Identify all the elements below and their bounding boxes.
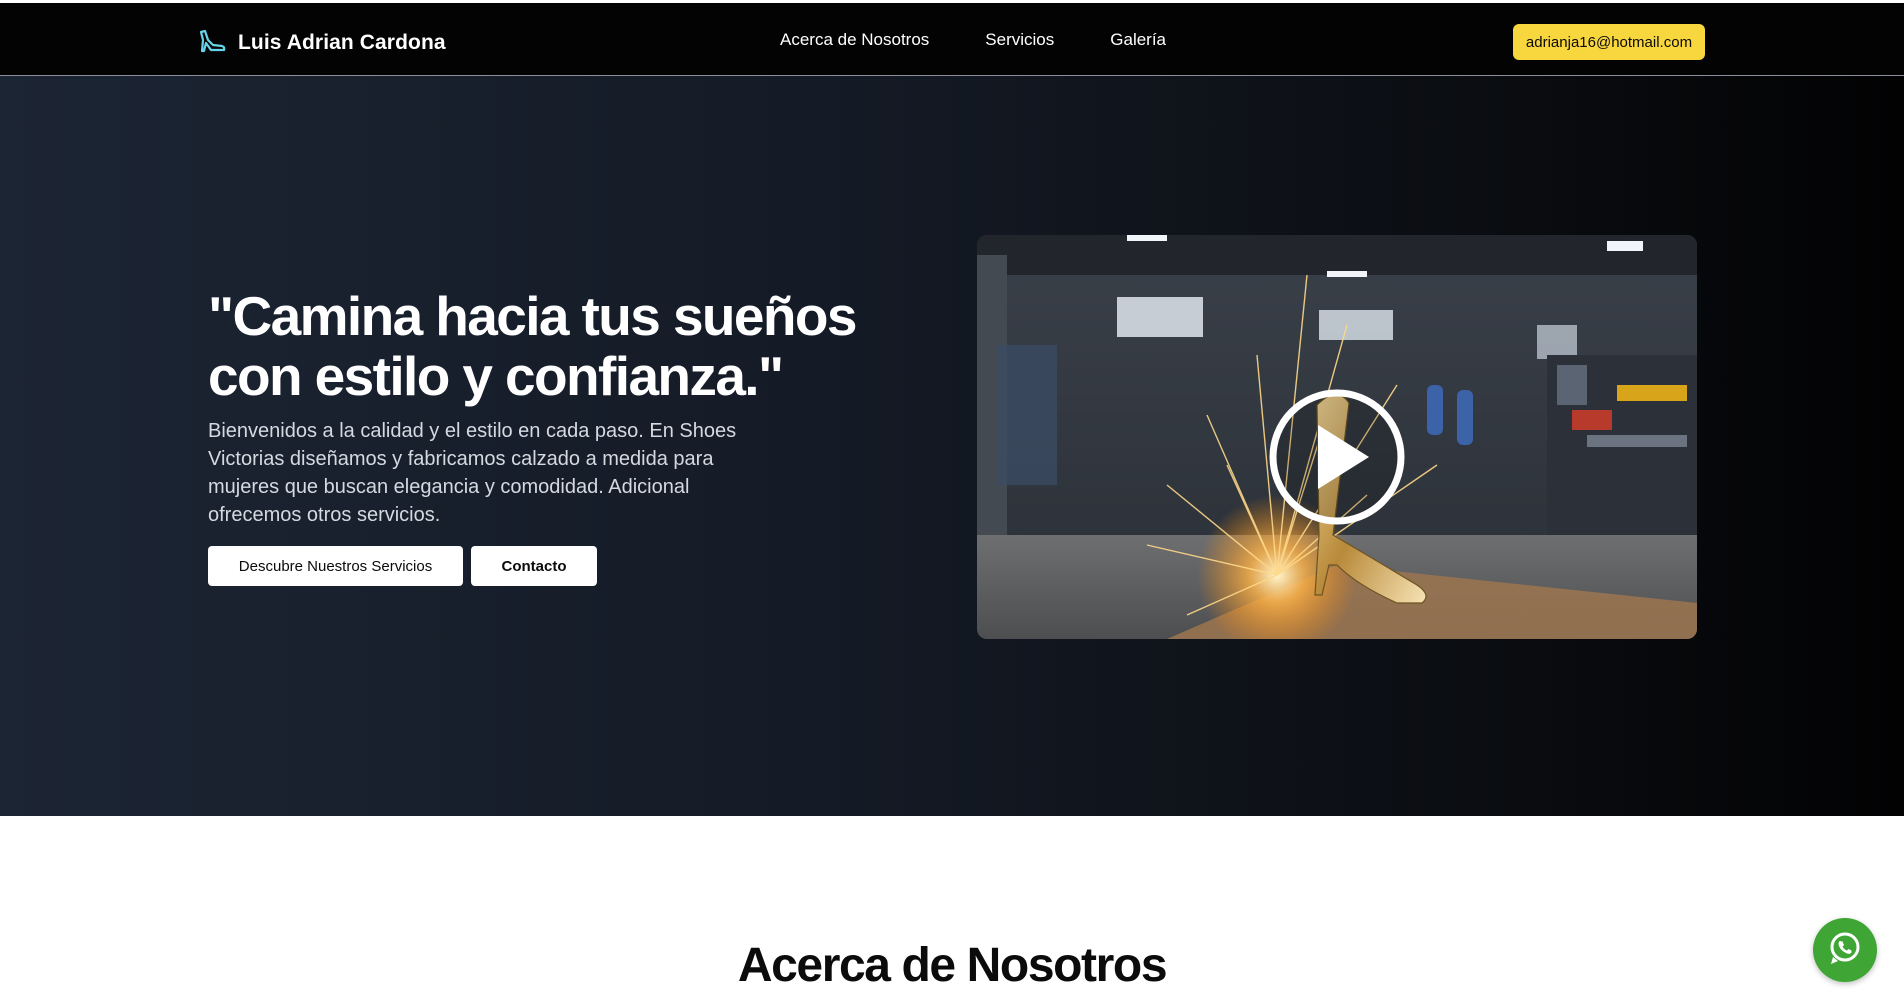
whatsapp-button[interactable] [1813,918,1877,982]
hero-section: "Camina hacia tus sueños con estilo y co… [0,76,1904,816]
high-heel-icon [198,27,226,58]
hero-description: Bienvenidos a la calidad y el estilo en … [208,420,737,526]
about-title: Acerca de Nosotros [737,939,1168,992]
hero-buttons: Descubre Nuestros Servicios Contacto [208,546,597,586]
brand-name: Luis Adrian Cardona [238,30,446,54]
nav-link-servicios[interactable]: Servicios [985,30,1054,50]
contact-button[interactable]: Contacto [471,546,597,586]
brand[interactable]: Luis Adrian Cardona [198,27,446,58]
whatsapp-icon [1826,929,1864,972]
top-navbar: Luis Adrian Cardona Acerca de Nosotros S… [0,0,1904,76]
video-thumbnail [977,235,1697,639]
nav-link-galeria[interactable]: Galería [1110,30,1166,50]
services-button[interactable]: Descubre Nuestros Servicios [208,546,463,586]
hero-title: "Camina hacia tus sueños con estilo y co… [208,285,858,407]
main-nav: Acerca de Nosotros Servicios Galería [780,30,1166,50]
email-button[interactable]: adrianja16@hotmail.com [1513,24,1705,60]
hero-video[interactable] [977,235,1697,639]
nav-link-acerca[interactable]: Acerca de Nosotros [780,30,929,50]
